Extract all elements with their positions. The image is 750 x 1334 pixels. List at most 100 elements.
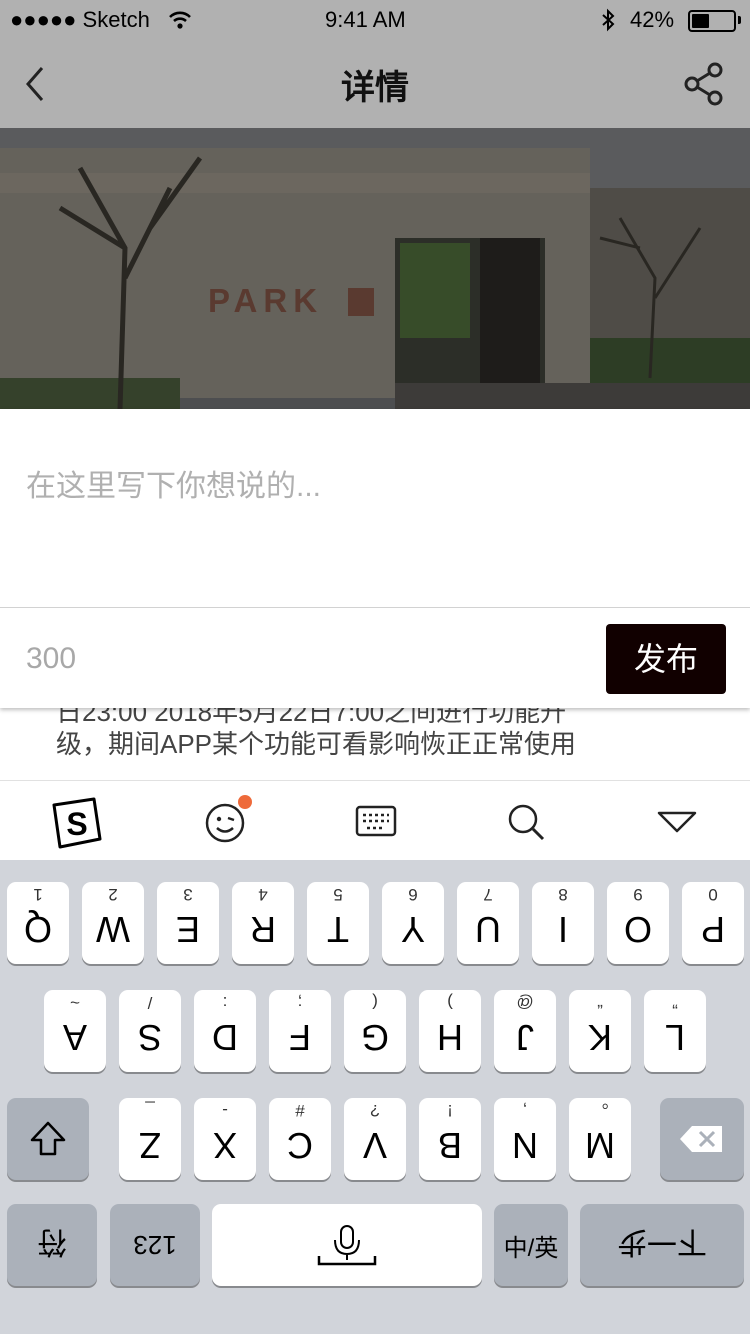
key-label: W [96,909,130,950]
key-e[interactable]: 3E [157,882,219,964]
keyboard-icon[interactable] [355,805,397,839]
next-key[interactable]: 下一步 [580,1204,744,1286]
microphone-icon [317,1225,377,1266]
delete-key[interactable] [660,1098,744,1180]
share-icon[interactable] [682,62,728,106]
key-o[interactable]: 9O [607,882,669,964]
key-label: F [289,1017,311,1058]
key-c[interactable]: # C [269,1098,331,1180]
key-label: L [664,1017,686,1058]
article-body: 日23:00 2018年5月22日7:00之间进行功能升 级，期间APP某个功能… [0,708,750,780]
language-key[interactable]: 中/英 [494,1204,568,1286]
key-sub: 7 [483,885,493,904]
key-sub: ( [372,993,378,1012]
article-line: 级，期间APP某个功能可看影响恢正正常使用 [56,729,577,759]
key-label: G [361,1017,390,1058]
key-sub: ? [370,1101,380,1120]
search-icon[interactable] [507,803,547,843]
key-sub: ; [297,993,303,1012]
key-sub: ~ [70,993,80,1012]
key-a[interactable]: ~ A [44,990,106,1072]
key-label: I [558,909,569,950]
key-q[interactable]: 1Q [7,882,69,964]
emoji-icon[interactable] [204,793,256,845]
key-s[interactable]: / S [119,990,181,1072]
top-bar: ●●●●● Sketch 9:41 AM 42% 详情 [0,0,750,128]
space-key[interactable] [212,1204,482,1286]
divider [0,607,750,608]
key-sub: 9 [633,885,643,904]
key-x[interactable]: -X [194,1098,256,1180]
key-label: X [213,1125,238,1166]
key-sub: 6 [408,885,418,904]
key-v[interactable]: ? V [344,1098,406,1180]
key-sub: 5 [333,885,343,904]
key-label: V [363,1125,388,1166]
key-label: C [287,1125,313,1166]
key-r[interactable]: 4R [232,882,294,964]
key-label: N [512,1125,538,1166]
key-f[interactable]: ; F [269,990,331,1072]
key-label: Y [401,909,426,950]
key-sub: 0 [708,885,718,904]
key-l[interactable]: ” L [644,990,706,1072]
key-sub: _ [145,1101,155,1120]
shift-icon [30,1121,66,1156]
key-j[interactable]: @ J [494,990,556,1072]
key-sub: 4 [258,885,268,904]
key-b[interactable]: ! B [419,1098,481,1180]
key-u[interactable]: 7U [457,882,519,964]
key-y[interactable]: 6Y [382,882,444,964]
key-d[interactable]: :D [194,990,256,1072]
park-sign-logo [348,288,374,316]
key-p[interactable]: 0P [682,882,744,964]
battery-tip [738,16,741,24]
key-sub: ) [447,993,453,1012]
key-sub: # [295,1101,305,1120]
key-label: D [212,1017,238,1058]
key-label: H [437,1017,463,1058]
key-sub: 。 [591,1101,609,1120]
key-label: A [63,1017,88,1058]
comment-input[interactable]: 在这里写下你想说的... [26,461,321,505]
sogou-logo-icon[interactable]: S [48,797,104,849]
key-sub: @ [516,993,534,1012]
ime-toolbar: S [0,780,750,861]
key-label: J [516,1017,534,1058]
key-sub: 8 [558,885,568,904]
key-label: Z [139,1125,161,1166]
key-label: U [475,909,501,950]
key-label: P [701,909,726,950]
key-label: 123 [133,1230,177,1261]
key-k[interactable]: “K [569,990,631,1072]
park-sign: PARK [208,282,324,319]
key-label: 符 [37,1225,67,1258]
battery-icon [688,10,736,32]
wifi-icon [169,11,191,29]
key-w[interactable]: 2W [82,882,144,964]
hero-image: PARK [0,128,750,409]
collapse-keyboard-icon[interactable] [656,809,698,835]
shift-key[interactable] [7,1098,89,1180]
numbers-key[interactable]: 123 [110,1204,200,1286]
key-sub: 2 [108,885,118,904]
key-z[interactable]: _ Z [119,1098,181,1180]
publish-button[interactable]: 发布 [606,624,726,694]
key-label: 中/英 [503,1234,559,1262]
key-sub: - [222,1101,228,1120]
key-label: O [624,909,653,950]
key-sub: ! [447,1101,453,1120]
key-sub: 3 [183,885,193,904]
clock: 9:41 AM [325,7,406,32]
char-count: 300 [26,642,77,675]
key-m[interactable]: 。 M [569,1098,631,1180]
key-g[interactable]: (G [344,990,406,1072]
key-sub: ” [672,993,678,1012]
comment-panel: 在这里写下你想说的... 300 发布 [0,409,750,708]
key-n[interactable]: ,N [494,1098,556,1180]
key-sub: “ [597,993,603,1012]
key-t[interactable]: 5T [307,882,369,964]
symbol-key[interactable]: 符 [7,1204,97,1286]
key-i[interactable]: 8I [532,882,594,964]
key-h[interactable]: ) H [419,990,481,1072]
